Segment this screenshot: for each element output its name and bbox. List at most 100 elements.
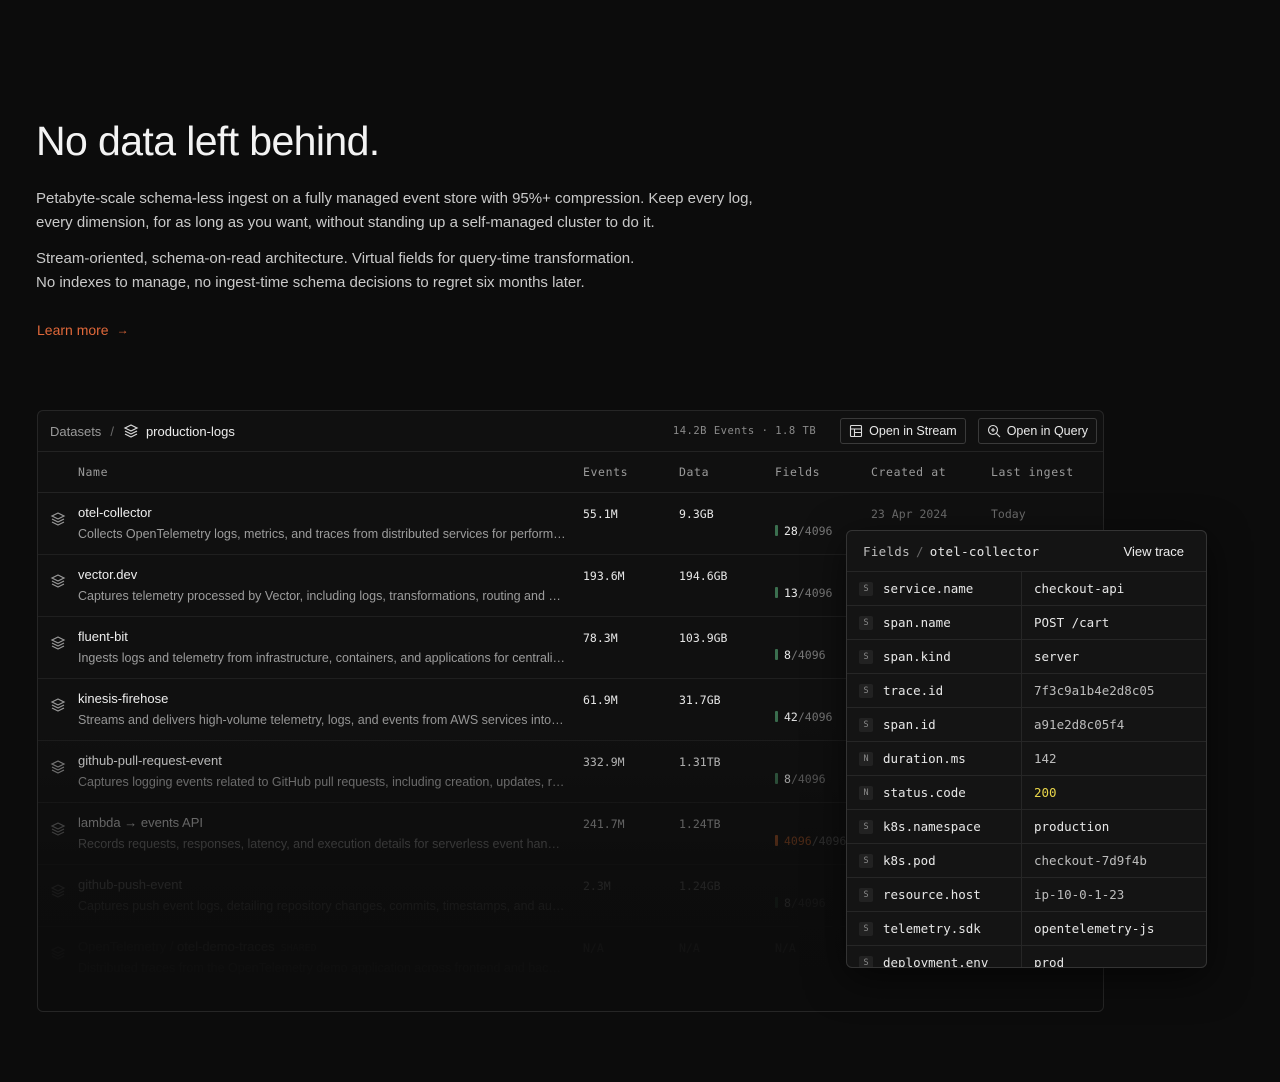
- field-name: status.code: [883, 785, 966, 800]
- popover-title-root: Fields: [863, 543, 910, 559]
- fields-usage-bar: [775, 835, 778, 846]
- popover-title: Fields / otel-collector: [863, 544, 1039, 559]
- field-row[interactable]: Nduration.ms 142: [847, 742, 1206, 776]
- field-row[interactable]: Sspan.id a91e2d8c05f4: [847, 708, 1206, 742]
- field-type-badge: S: [859, 819, 873, 834]
- field-row[interactable]: Sspan.kind server: [847, 640, 1206, 674]
- column-events[interactable]: Events: [583, 465, 679, 479]
- page-title: No data left behind.: [36, 118, 380, 164]
- dataset-description: Captures telemetry processed by Vector, …: [78, 589, 566, 603]
- field-value: checkout-api: [1034, 581, 1125, 596]
- popover-header: Fields / otel-collector View trace: [847, 531, 1206, 572]
- fields-count: 28: [784, 523, 798, 538]
- dataset-name: github-push-event: [78, 877, 183, 892]
- field-value: POST /cart: [1034, 615, 1110, 630]
- learn-more-link[interactable]: Learn more →: [37, 322, 129, 338]
- field-row[interactable]: Sdeployment.env prod: [847, 946, 1206, 968]
- dataset-description: Captures push event logs, detailing repo…: [78, 899, 566, 913]
- column-name[interactable]: Name: [78, 465, 583, 479]
- learn-more-label: Learn more: [37, 322, 109, 338]
- field-row[interactable]: Stelemetry.sdk opentelemetry-js: [847, 912, 1206, 946]
- field-type-badge: N: [859, 785, 873, 800]
- field-value: ip-10-0-1-23: [1034, 887, 1125, 902]
- field-value: server: [1034, 649, 1080, 664]
- dataset-name: github-pull-request-event: [78, 753, 222, 768]
- view-trace-button[interactable]: View trace: [1124, 544, 1184, 559]
- dataset-data-size: N/A: [679, 941, 700, 955]
- dataset-description: Records requests, responses, latency, an…: [78, 837, 566, 851]
- fields-max: /4096: [790, 647, 826, 662]
- layers-icon: [50, 884, 66, 898]
- dataset-events: 2.3M: [583, 879, 611, 893]
- field-name: service.name: [883, 581, 974, 596]
- architecture-line-1: Stream-oriented, schema-on-read architec…: [36, 250, 635, 267]
- fields-count: 8: [784, 895, 791, 910]
- column-created-at[interactable]: Created at: [871, 465, 991, 479]
- dataset-events: 55.1M: [583, 507, 618, 521]
- open-in-stream-button[interactable]: Open in Stream: [840, 418, 966, 444]
- dataset-description: Ingests logs and telemetry from infrastr…: [78, 651, 566, 665]
- field-row[interactable]: Sservice.name checkout-api: [847, 572, 1206, 606]
- field-value: production: [1034, 819, 1110, 834]
- dataset-name: OpenTelemetry / otel-demo-traces SHARED: [78, 939, 317, 954]
- fields-max: /4096: [797, 709, 833, 724]
- dataset-description: Captures logging events related to GitHu…: [78, 775, 566, 789]
- field-type-badge: S: [859, 921, 873, 936]
- column-last-ingest[interactable]: Last ingest: [991, 465, 1103, 479]
- open-in-query-button[interactable]: Open in Query: [977, 418, 1097, 444]
- dataset-name: otel-collector: [78, 505, 152, 520]
- field-row[interactable]: Sspan.name POST /cart: [847, 606, 1206, 640]
- dataset-description: Distributed traces from the OpenTelemetr…: [78, 961, 566, 975]
- fields-count: 42: [784, 709, 798, 724]
- dataset-name-text: otel-demo-traces: [177, 939, 275, 954]
- fields-max: /4096: [790, 895, 826, 910]
- field-value: 142: [1034, 751, 1057, 766]
- arrow-right-icon: →: [116, 323, 129, 337]
- field-name: trace.id: [883, 683, 944, 698]
- fields-max: /4096: [790, 771, 826, 786]
- column-fields[interactable]: Fields: [775, 465, 871, 479]
- field-type-badge: S: [859, 615, 873, 630]
- fields-usage-bar: [775, 711, 778, 722]
- field-row[interactable]: Strace.id 7f3c9a1b4e2d8c05: [847, 674, 1206, 708]
- field-row[interactable]: Nstatus.code 200: [847, 776, 1206, 810]
- dataset-data-size: 103.9GB: [679, 631, 728, 645]
- hero-architecture-text: Stream-oriented, schema-on-read architec…: [36, 247, 776, 295]
- panel-header: Datasets / production-logs 14.2B Events …: [38, 411, 1103, 452]
- field-value: 7f3c9a1b4e2d8c05: [1034, 683, 1155, 698]
- dataset-name: kinesis-firehose: [78, 691, 169, 706]
- fields-usage-bar: [775, 587, 778, 598]
- column-data[interactable]: Data: [679, 465, 775, 479]
- layers-icon: [50, 698, 66, 712]
- fields-max: /4096: [797, 585, 833, 600]
- field-type-badge: S: [859, 717, 873, 732]
- dataset-name: fluent-bit: [78, 629, 128, 644]
- breadcrumb-datasets[interactable]: Datasets: [50, 424, 101, 439]
- layers-icon: [50, 636, 66, 650]
- dataset-events: N/A: [583, 941, 604, 955]
- fields-count: 8: [784, 647, 791, 662]
- field-type-badge: S: [859, 683, 873, 698]
- field-type-badge: S: [859, 853, 873, 868]
- field-name: k8s.namespace: [883, 819, 981, 834]
- field-name: k8s.pod: [883, 853, 936, 868]
- dataset-stats: 14.2B Events · 1.8 TB: [672, 425, 817, 437]
- fields-list: Sservice.name checkout-api Sspan.name POST …: [847, 572, 1206, 968]
- hero-description: Petabyte-scale schema-less ingest on a f…: [36, 190, 753, 231]
- dataset-data-size: 9.3GB: [679, 507, 714, 521]
- field-name: span.id: [883, 717, 936, 732]
- field-name: resource.host: [883, 887, 981, 902]
- layers-icon: [50, 512, 66, 526]
- field-row[interactable]: Sk8s.namespace production: [847, 810, 1206, 844]
- field-row[interactable]: Sk8s.pod checkout-7d9f4b: [847, 844, 1206, 878]
- field-type-badge: S: [859, 887, 873, 902]
- shared-badge: SHARED: [280, 943, 317, 954]
- field-name: duration.ms: [883, 751, 966, 766]
- breadcrumb-separator: /: [110, 423, 114, 439]
- field-row[interactable]: Sresource.host ip-10-0-1-23: [847, 878, 1206, 912]
- open-in-stream-label: Open in Stream: [869, 424, 957, 438]
- fields-usage-bar: [775, 649, 778, 660]
- fields-usage-bar: [775, 897, 778, 908]
- field-name: deployment.env: [883, 955, 989, 968]
- layers-icon: [123, 424, 139, 438]
